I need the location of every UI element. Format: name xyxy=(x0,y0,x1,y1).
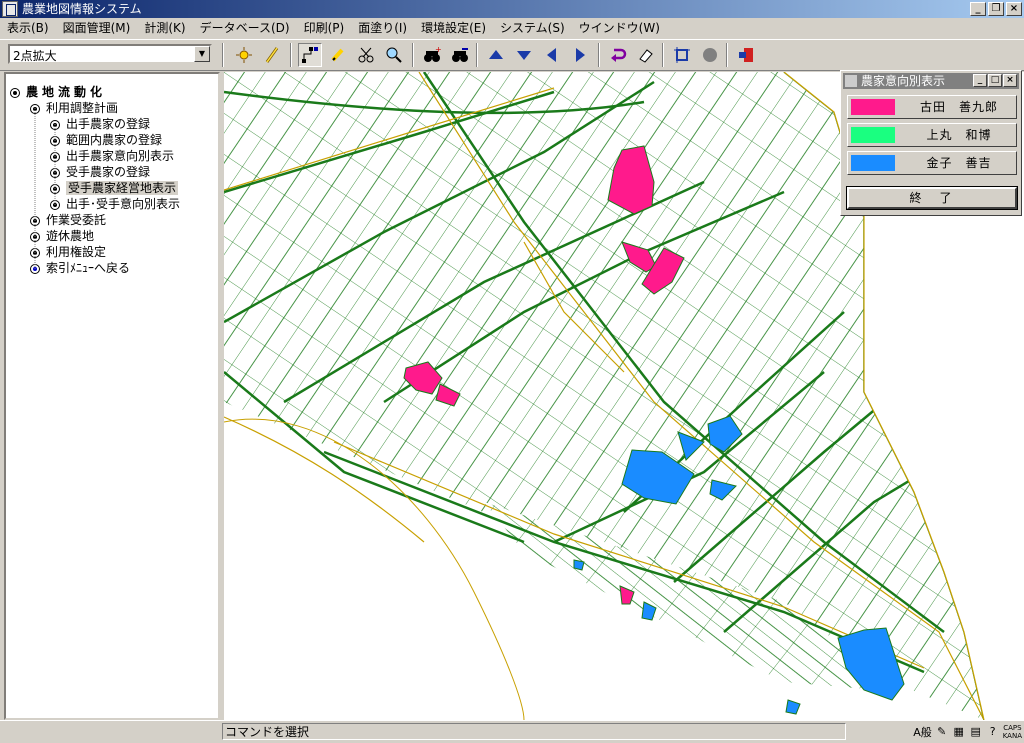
toolbar-separator xyxy=(598,43,600,67)
restore-button[interactable]: ❐ xyxy=(988,2,1004,16)
farmer-name: 古田 善九郎 xyxy=(919,100,998,114)
menu-system[interactable]: システム(S) xyxy=(493,18,572,38)
dialog-title: 農家意向別表示 xyxy=(861,74,946,88)
binoculars-add-icon[interactable]: + xyxy=(420,43,444,67)
select-points-icon[interactable] xyxy=(298,43,322,67)
zoom-mode-select[interactable]: 2点拡大 ▼ xyxy=(8,44,212,64)
kana-indicator: KANA xyxy=(1002,731,1022,740)
ime-mode-indicator[interactable]: A般 xyxy=(913,724,932,740)
dialog-close-button[interactable]: × xyxy=(1003,74,1017,87)
pan-up-icon[interactable] xyxy=(484,43,508,67)
caps-indicator: CAPS xyxy=(1003,723,1022,732)
minimize-button[interactable]: _ xyxy=(970,2,986,16)
dialog-maximize-button[interactable]: □ xyxy=(988,74,1002,87)
menu-window[interactable]: ウインドウ(W) xyxy=(572,18,667,38)
status-bar: コマンドを選択 A般 ✎ ▦ ▤ ? CAPS KANA xyxy=(0,720,1024,743)
status-message: コマンドを選択 xyxy=(222,723,846,740)
window-controls: _ ❐ × xyxy=(970,2,1022,16)
menu-bar: 表示(B) 図面管理(M) 計測(K) データベース(D) 印刷(P) 面塗り(… xyxy=(0,18,1024,38)
dialog-window-controls: _ □ × xyxy=(973,74,1017,87)
toolbar-separator xyxy=(222,43,224,67)
dropdown-arrow-icon[interactable]: ▼ xyxy=(194,46,210,62)
toolbar-separator xyxy=(726,43,728,67)
farmer-name: 金子 善吉 xyxy=(926,156,992,170)
toolbar-separator xyxy=(412,43,414,67)
binoculars-remove-icon[interactable] xyxy=(448,43,472,67)
search-icon[interactable] xyxy=(382,43,406,67)
title-bar: 農業地図情報システム _ ❐ × xyxy=(0,0,1024,18)
farmer-row[interactable]: 金子 善吉 xyxy=(847,151,1017,175)
menu-database[interactable]: データベース(D) xyxy=(193,18,297,38)
area-select-icon[interactable] xyxy=(670,43,694,67)
dictionary-icon[interactable]: ▦ xyxy=(952,725,966,738)
farmer-row[interactable]: 上丸 和博 xyxy=(847,123,1017,147)
menu-drawing-management[interactable]: 図面管理(M) xyxy=(56,18,138,38)
pan-right-icon[interactable] xyxy=(568,43,592,67)
cut-icon[interactable] xyxy=(354,43,378,67)
window-title: 農業地図情報システム xyxy=(22,2,142,16)
menu-measure[interactable]: 計測(K) xyxy=(137,18,192,38)
menu-view[interactable]: 表示(B) xyxy=(0,18,56,38)
pan-left-icon[interactable] xyxy=(540,43,564,67)
farmer-color-swatch xyxy=(851,99,895,115)
dialog-title-bar: 農家意向別表示 _ □ × xyxy=(843,73,1019,89)
eraser-icon[interactable] xyxy=(634,43,658,67)
menu-print[interactable]: 印刷(P) xyxy=(297,18,352,38)
farmer-intent-dialog: 農家意向別表示 _ □ × 古田 善九郎 上丸 和博 金子 善吉 終 了 xyxy=(840,70,1022,216)
record-icon[interactable] xyxy=(698,43,722,67)
dialog-minimize-button[interactable]: _ xyxy=(973,74,987,87)
end-button[interactable]: 終 了 xyxy=(846,186,1018,210)
ime-pad-icon[interactable]: ✎ xyxy=(935,725,949,738)
tree-connector-lines xyxy=(34,108,56,270)
zoom-mode-value: 2点拡大 xyxy=(13,49,57,63)
toolbar-separator xyxy=(476,43,478,67)
toolbar: 2点拡大 ▼ + xyxy=(0,39,1024,71)
pan-down-icon[interactable] xyxy=(512,43,536,67)
help-icon[interactable]: ? xyxy=(986,725,1000,738)
farmer-name: 上丸 和博 xyxy=(926,128,992,142)
toolbar-separator xyxy=(662,43,664,67)
caps-kana-indicator: CAPS KANA xyxy=(1003,724,1022,740)
menu-tree-panel: 農地流動化 利用調整計画 出手農家の登録 範囲内農家の登録 出手農家意向別表示 … xyxy=(4,72,220,720)
properties-icon[interactable]: ▤ xyxy=(969,725,983,738)
farmer-color-swatch xyxy=(851,155,895,171)
close-button[interactable]: × xyxy=(1006,2,1022,16)
exit-door-icon[interactable] xyxy=(734,43,758,67)
svg-text:+: + xyxy=(435,46,441,54)
system-tray: A般 ✎ ▦ ▤ ? CAPS KANA xyxy=(913,722,1022,741)
farmer-color-swatch xyxy=(851,127,895,143)
app-icon xyxy=(2,1,18,17)
dialog-app-icon xyxy=(845,75,857,87)
menu-fill[interactable]: 面塗り(I) xyxy=(351,18,414,38)
menu-settings[interactable]: 環境設定(E) xyxy=(414,18,493,38)
farmer-row[interactable]: 古田 善九郎 xyxy=(847,95,1017,119)
pen-icon[interactable] xyxy=(260,43,284,67)
marker-icon[interactable] xyxy=(326,43,350,67)
sun-icon[interactable] xyxy=(232,43,256,67)
undo-icon[interactable] xyxy=(606,43,630,67)
toolbar-separator xyxy=(290,43,292,67)
